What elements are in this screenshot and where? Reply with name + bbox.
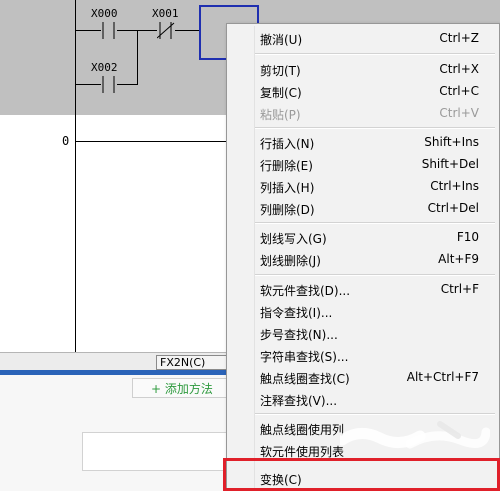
menu-item-shortcut: Ctrl+Z — [439, 31, 479, 45]
menu-item-shortcut: F10 — [456, 230, 479, 244]
menu-item-label: 字符串查找(S)... — [260, 350, 349, 364]
contact-label-x000: X000 — [91, 7, 118, 20]
menu-item-label: 列插入(H) — [260, 181, 315, 195]
menu-item-copy[interactable]: 复制(C) Ctrl+C — [227, 80, 499, 102]
contact-label-x001: X001 — [152, 7, 179, 20]
menu-item-row-insert[interactable]: 行插入(N) Shift+Ins — [227, 131, 499, 153]
menu-item-shortcut: Ctrl+Ins — [430, 179, 479, 193]
menu-item-shortcut: Shift+Del — [421, 157, 479, 171]
menu-item-label: 列删除(D) — [260, 203, 315, 217]
menu-item-line-write[interactable]: 划线写入(G) F10 — [227, 226, 499, 248]
menu-item-shortcut: Alt+F9 — [438, 252, 479, 266]
menu-item-label: 步号查找(N)... — [260, 328, 338, 342]
menu-item-shortcut: Ctrl+X — [439, 62, 479, 76]
menu-item-column-delete[interactable]: 列删除(D) Ctrl+Del — [227, 197, 499, 219]
menu-item-shortcut: Ctrl+F — [440, 282, 479, 296]
status-cpu-type: FX2N(C) — [156, 355, 234, 370]
menu-item-cut[interactable]: 剪切(T) Ctrl+X — [227, 58, 499, 80]
menu-item-contact-coil-search[interactable]: 触点线圈查找(C) Alt+Ctrl+F7 — [227, 366, 499, 388]
menu-item-label: 触点线圈查找(C) — [260, 372, 350, 386]
branch-wire — [117, 84, 137, 85]
normally-open-contact-icon[interactable] — [100, 76, 118, 94]
rung-wire — [75, 30, 101, 31]
rung-wire — [175, 30, 199, 31]
menu-item-label: 划线删除(J) — [260, 254, 321, 268]
branch-wire — [75, 84, 101, 85]
menu-item-line-delete[interactable]: 划线删除(J) Alt+F9 — [227, 248, 499, 270]
menu-item-shortcut: Alt+Ctrl+F7 — [406, 370, 479, 384]
menu-item-paste[interactable]: 粘贴(P) Ctrl+V — [227, 102, 499, 124]
menu-separator — [255, 274, 495, 276]
menu-item-step-search[interactable]: 步号查找(N)... — [227, 322, 499, 344]
menu-item-column-insert[interactable]: 列插入(H) Ctrl+Ins — [227, 175, 499, 197]
menu-item-row-delete[interactable]: 行删除(E) Shift+Del — [227, 153, 499, 175]
menu-item-label: 剪切(T) — [260, 64, 301, 78]
menu-item-shortcut: Ctrl+C — [439, 84, 479, 98]
highlight-box — [223, 458, 500, 491]
menu-item-instruction-search[interactable]: 指令查找(I)... — [227, 300, 499, 322]
menu-item-undo[interactable]: 撤消(U) Ctrl+Z — [227, 27, 499, 49]
menu-item-label: 触点线圈使用列 — [260, 423, 345, 437]
menu-separator — [255, 127, 495, 129]
left-bus-bar — [75, 0, 76, 352]
normally-open-contact-icon[interactable] — [100, 22, 118, 40]
menu-item-label: 软元件查找(D)... — [260, 284, 351, 298]
menu-item-shortcut: Ctrl+Del — [427, 201, 479, 215]
menu-item-string-search[interactable]: 字符串查找(S)... — [227, 344, 499, 366]
menu-item-shortcut: Shift+Ins — [424, 135, 479, 149]
rung-wire — [75, 141, 226, 142]
normally-closed-contact-icon[interactable] — [157, 22, 175, 40]
menu-item-label: 划线写入(G) — [260, 232, 327, 246]
step-number: 0 — [62, 134, 70, 148]
brush-watermark-icon — [340, 421, 490, 449]
menu-item-label: 粘贴(P) — [260, 108, 301, 122]
menu-item-shortcut: Ctrl+V — [439, 106, 479, 120]
menu-item-label: 行插入(N) — [260, 137, 315, 151]
menu-item-label: 撤消(U) — [260, 33, 303, 47]
menu-separator — [255, 53, 495, 55]
menu-item-label: 指令查找(I)... — [260, 306, 333, 320]
menu-separator — [255, 222, 495, 224]
menu-item-label: 注释查找(V)... — [260, 394, 338, 408]
menu-item-comment-search[interactable]: 注释查找(V)... — [227, 388, 499, 410]
menu-item-device-search[interactable]: 软元件查找(D)... Ctrl+F — [227, 278, 499, 300]
menu-item-label: 复制(C) — [260, 86, 302, 100]
contact-label-x002: X002 — [91, 61, 118, 74]
menu-item-label: 行删除(E) — [260, 159, 313, 173]
branch-join-wire — [137, 30, 138, 85]
